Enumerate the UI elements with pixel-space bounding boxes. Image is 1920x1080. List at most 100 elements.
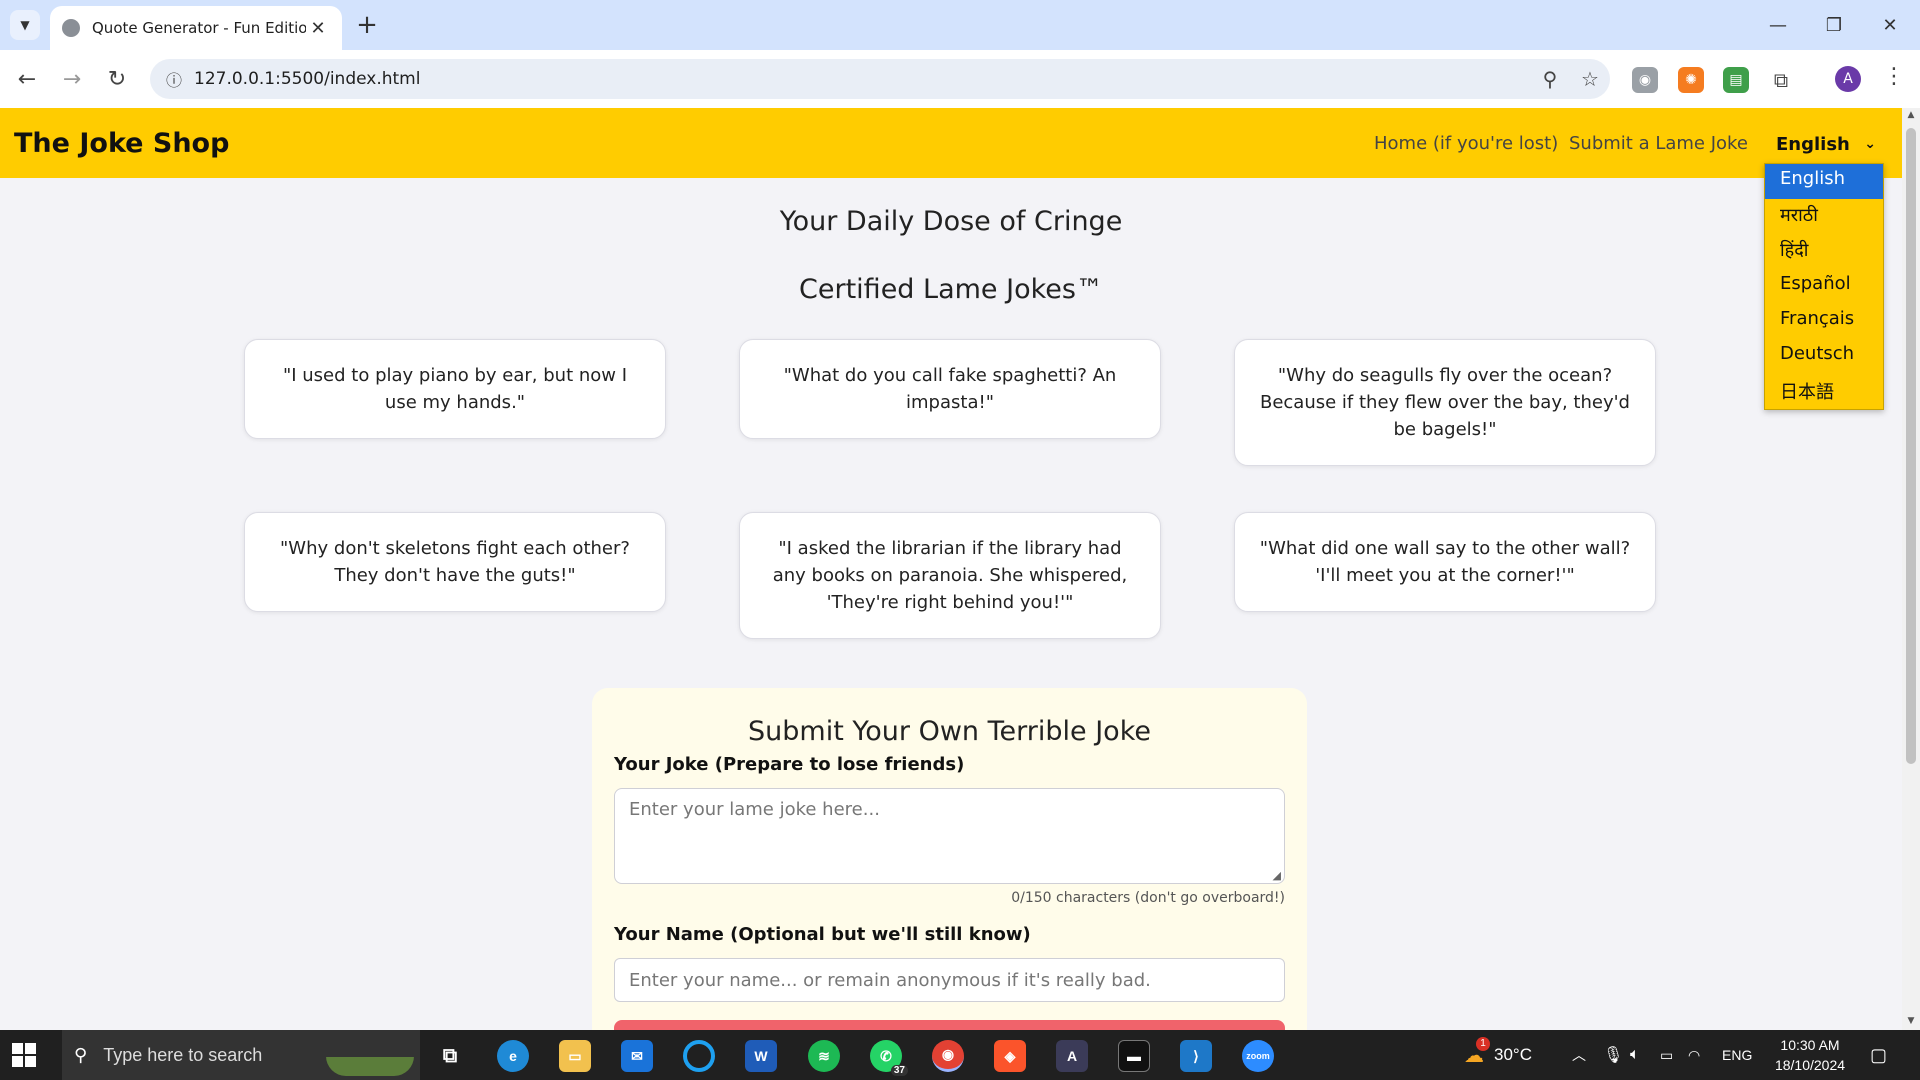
joke-text: "What do you call fake spaghetti? An imp… bbox=[783, 365, 1117, 413]
scroll-down-icon[interactable]: ▼ bbox=[1902, 1016, 1920, 1026]
scrollbar-thumb[interactable] bbox=[1906, 128, 1916, 764]
joke-field-label: Your Joke (Prepare to lose friends) bbox=[614, 754, 965, 775]
profile-avatar[interactable]: A bbox=[1835, 66, 1861, 92]
vscode-icon[interactable]: ⟩ bbox=[1180, 1040, 1212, 1072]
url-text: 127.0.0.1:5500/index.html bbox=[194, 69, 421, 89]
weather-badge: 1 bbox=[1476, 1036, 1490, 1051]
page-subtitle: Your Daily Dose of Cringe bbox=[779, 206, 1123, 237]
okapi-illustration-icon bbox=[326, 1034, 414, 1076]
joke-text: "Why don't skeletons fight each other? T… bbox=[280, 538, 630, 586]
file-explorer-icon[interactable]: ▭ bbox=[559, 1040, 591, 1072]
speaker-icon[interactable]: 🔈︎ bbox=[1630, 1030, 1640, 1080]
bookmark-star-icon[interactable]: ☆ bbox=[1570, 67, 1610, 91]
site-brand[interactable]: The Joke Shop bbox=[14, 128, 229, 159]
terminal-icon[interactable]: ▬ bbox=[1118, 1040, 1150, 1072]
joke-text: "I used to play piano by ear, but now I … bbox=[282, 365, 628, 413]
app-icon[interactable]: A bbox=[1056, 1040, 1088, 1072]
wifi-icon[interactable]: ◠ bbox=[1688, 1030, 1700, 1080]
resize-handle-icon[interactable]: ◢ bbox=[1273, 869, 1281, 882]
joke-textarea[interactable]: Enter your lame joke here... ◢ bbox=[614, 788, 1285, 884]
name-field-label: Your Name (Optional but we'll still know… bbox=[614, 924, 1031, 945]
submit-joke-button[interactable] bbox=[614, 1020, 1285, 1030]
chevron-down-icon: ▼ bbox=[20, 18, 30, 32]
weather-icon: ☁ 1 bbox=[1464, 1036, 1490, 1068]
address-bar[interactable]: ⓘ 127.0.0.1:5500/index.html ⚲ ☆ bbox=[150, 59, 1610, 99]
whatsapp-icon[interactable]: ✆ 37 bbox=[870, 1040, 908, 1076]
extension-1-icon[interactable]: ◉ bbox=[1632, 67, 1658, 93]
edge-icon[interactable]: e bbox=[497, 1040, 529, 1072]
forward-button[interactable]: → bbox=[55, 62, 89, 96]
whatsapp-badge: 37 bbox=[890, 1065, 908, 1076]
joke-card: "I asked the librarian if the library ha… bbox=[739, 512, 1161, 639]
tab-title: Quote Generator - Fun Edition bbox=[92, 19, 306, 37]
mail-icon[interactable]: ✉ bbox=[621, 1040, 653, 1072]
back-button[interactable]: ← bbox=[10, 62, 44, 96]
nav-link-submit[interactable]: Submit a Lame Joke bbox=[1569, 133, 1748, 154]
clock-date: 18/10/2024 bbox=[1774, 1057, 1846, 1073]
zoom-icon[interactable]: ⚲ bbox=[1530, 67, 1570, 91]
joke-card: "I used to play piano by ear, but now I … bbox=[244, 339, 666, 439]
brave-icon[interactable]: ◈ bbox=[994, 1040, 1026, 1072]
language-option-japanese[interactable]: 日本語 bbox=[1765, 374, 1883, 409]
close-tab-icon[interactable]: ✕ bbox=[306, 18, 330, 39]
search-icon: ⚲ bbox=[74, 1044, 88, 1066]
word-icon[interactable]: W bbox=[745, 1040, 777, 1072]
chevron-down-icon: ⌄ bbox=[1864, 136, 1876, 152]
microphone-icon[interactable]: 🎙︎ bbox=[1603, 1030, 1623, 1080]
reload-button[interactable]: ↻ bbox=[100, 62, 134, 96]
zoom-icon[interactable]: zoom bbox=[1242, 1040, 1274, 1072]
taskbar-search-placeholder: Type here to search bbox=[103, 1044, 263, 1065]
chrome-icon[interactable]: ◉ bbox=[932, 1040, 964, 1072]
tab-search-button[interactable]: ▼ bbox=[10, 10, 40, 40]
windows-start-icon[interactable] bbox=[12, 1043, 36, 1067]
joke-text: "Why do seagulls fly over the ocean? Bec… bbox=[1259, 365, 1630, 440]
language-indicator[interactable]: ENG bbox=[1722, 1030, 1752, 1080]
extension-2-icon[interactable]: ✺ bbox=[1678, 67, 1704, 93]
joke-placeholder: Enter your lame joke here... bbox=[629, 799, 880, 820]
browser-menu-icon[interactable]: ⋮ bbox=[1882, 64, 1906, 94]
language-select[interactable]: English ⌄ bbox=[1766, 128, 1886, 160]
task-view-icon[interactable]: ⧉ bbox=[434, 1040, 466, 1072]
site-header: The Joke Shop Home (if you're lost) Subm… bbox=[0, 108, 1902, 178]
minimize-button[interactable]: — bbox=[1750, 0, 1806, 50]
joke-card: "What do you call fake spaghetti? An imp… bbox=[739, 339, 1161, 439]
joke-card: "Why do seagulls fly over the ocean? Bec… bbox=[1234, 339, 1656, 466]
temperature: 30°C bbox=[1494, 1045, 1532, 1064]
jokes-heading: Certified Lame Jokes™ bbox=[799, 274, 1103, 305]
form-title: Submit Your Own Terrible Joke bbox=[748, 716, 1151, 747]
cortana-icon[interactable] bbox=[683, 1040, 715, 1072]
nav-link-home[interactable]: Home (if you're lost) bbox=[1374, 133, 1558, 154]
spotify-icon[interactable]: ≋ bbox=[808, 1040, 840, 1072]
scroll-up-icon[interactable]: ▲ bbox=[1902, 110, 1920, 120]
name-input[interactable]: Enter your name... or remain anonymous i… bbox=[614, 958, 1285, 1002]
name-placeholder: Enter your name... or remain anonymous i… bbox=[629, 969, 1151, 991]
language-selected-value: English bbox=[1776, 133, 1850, 155]
windows-taskbar: ⚲ Type here to search ⧉ e ▭ ✉ W ≋ ✆ 37 ◉… bbox=[0, 1030, 1920, 1080]
clock-time: 10:30 AM bbox=[1780, 1037, 1840, 1053]
joke-card: "Why don't skeletons fight each other? T… bbox=[244, 512, 666, 612]
chevron-up-icon[interactable]: ︿ bbox=[1572, 1030, 1586, 1080]
weather-widget[interactable]: ☁ 1 30°C bbox=[1464, 1030, 1532, 1080]
submit-joke-form: Submit Your Own Terrible Joke Your Joke … bbox=[592, 688, 1307, 1030]
language-option-german[interactable]: Deutsch bbox=[1765, 339, 1883, 374]
extensions-puzzle-icon[interactable]: ⧉ bbox=[1768, 67, 1794, 93]
joke-text: "What did one wall say to the other wall… bbox=[1259, 538, 1631, 586]
language-option-english[interactable]: English bbox=[1765, 164, 1883, 199]
page-scrollbar[interactable]: ▲ ▼ bbox=[1902, 108, 1920, 1030]
site-info-icon[interactable]: ⓘ bbox=[154, 67, 194, 91]
language-option-french[interactable]: Français bbox=[1765, 304, 1883, 339]
language-option-hindi[interactable]: हिंदी bbox=[1765, 234, 1883, 269]
notifications-icon[interactable]: ▢ bbox=[1870, 1030, 1887, 1080]
favicon-icon bbox=[62, 19, 80, 37]
web-page: The Joke Shop Home (if you're lost) Subm… bbox=[0, 108, 1902, 1030]
new-tab-button[interactable]: + bbox=[352, 10, 382, 40]
system-clock[interactable]: 10:30 AM 18/10/2024 bbox=[1760, 1035, 1860, 1075]
tab-strip: ▼ Quote Generator - Fun Edition ✕ + — ❐ … bbox=[0, 0, 1920, 50]
close-window-button[interactable]: ✕ bbox=[1862, 0, 1918, 50]
restore-button[interactable]: ❐ bbox=[1806, 0, 1862, 50]
browser-tab[interactable]: Quote Generator - Fun Edition ✕ bbox=[50, 6, 342, 50]
taskbar-search[interactable]: ⚲ Type here to search bbox=[62, 1030, 420, 1080]
joke-card: "What did one wall say to the other wall… bbox=[1234, 512, 1656, 612]
battery-icon[interactable]: ▭ bbox=[1660, 1030, 1673, 1080]
extension-3-icon[interactable]: ▤ bbox=[1723, 67, 1749, 93]
